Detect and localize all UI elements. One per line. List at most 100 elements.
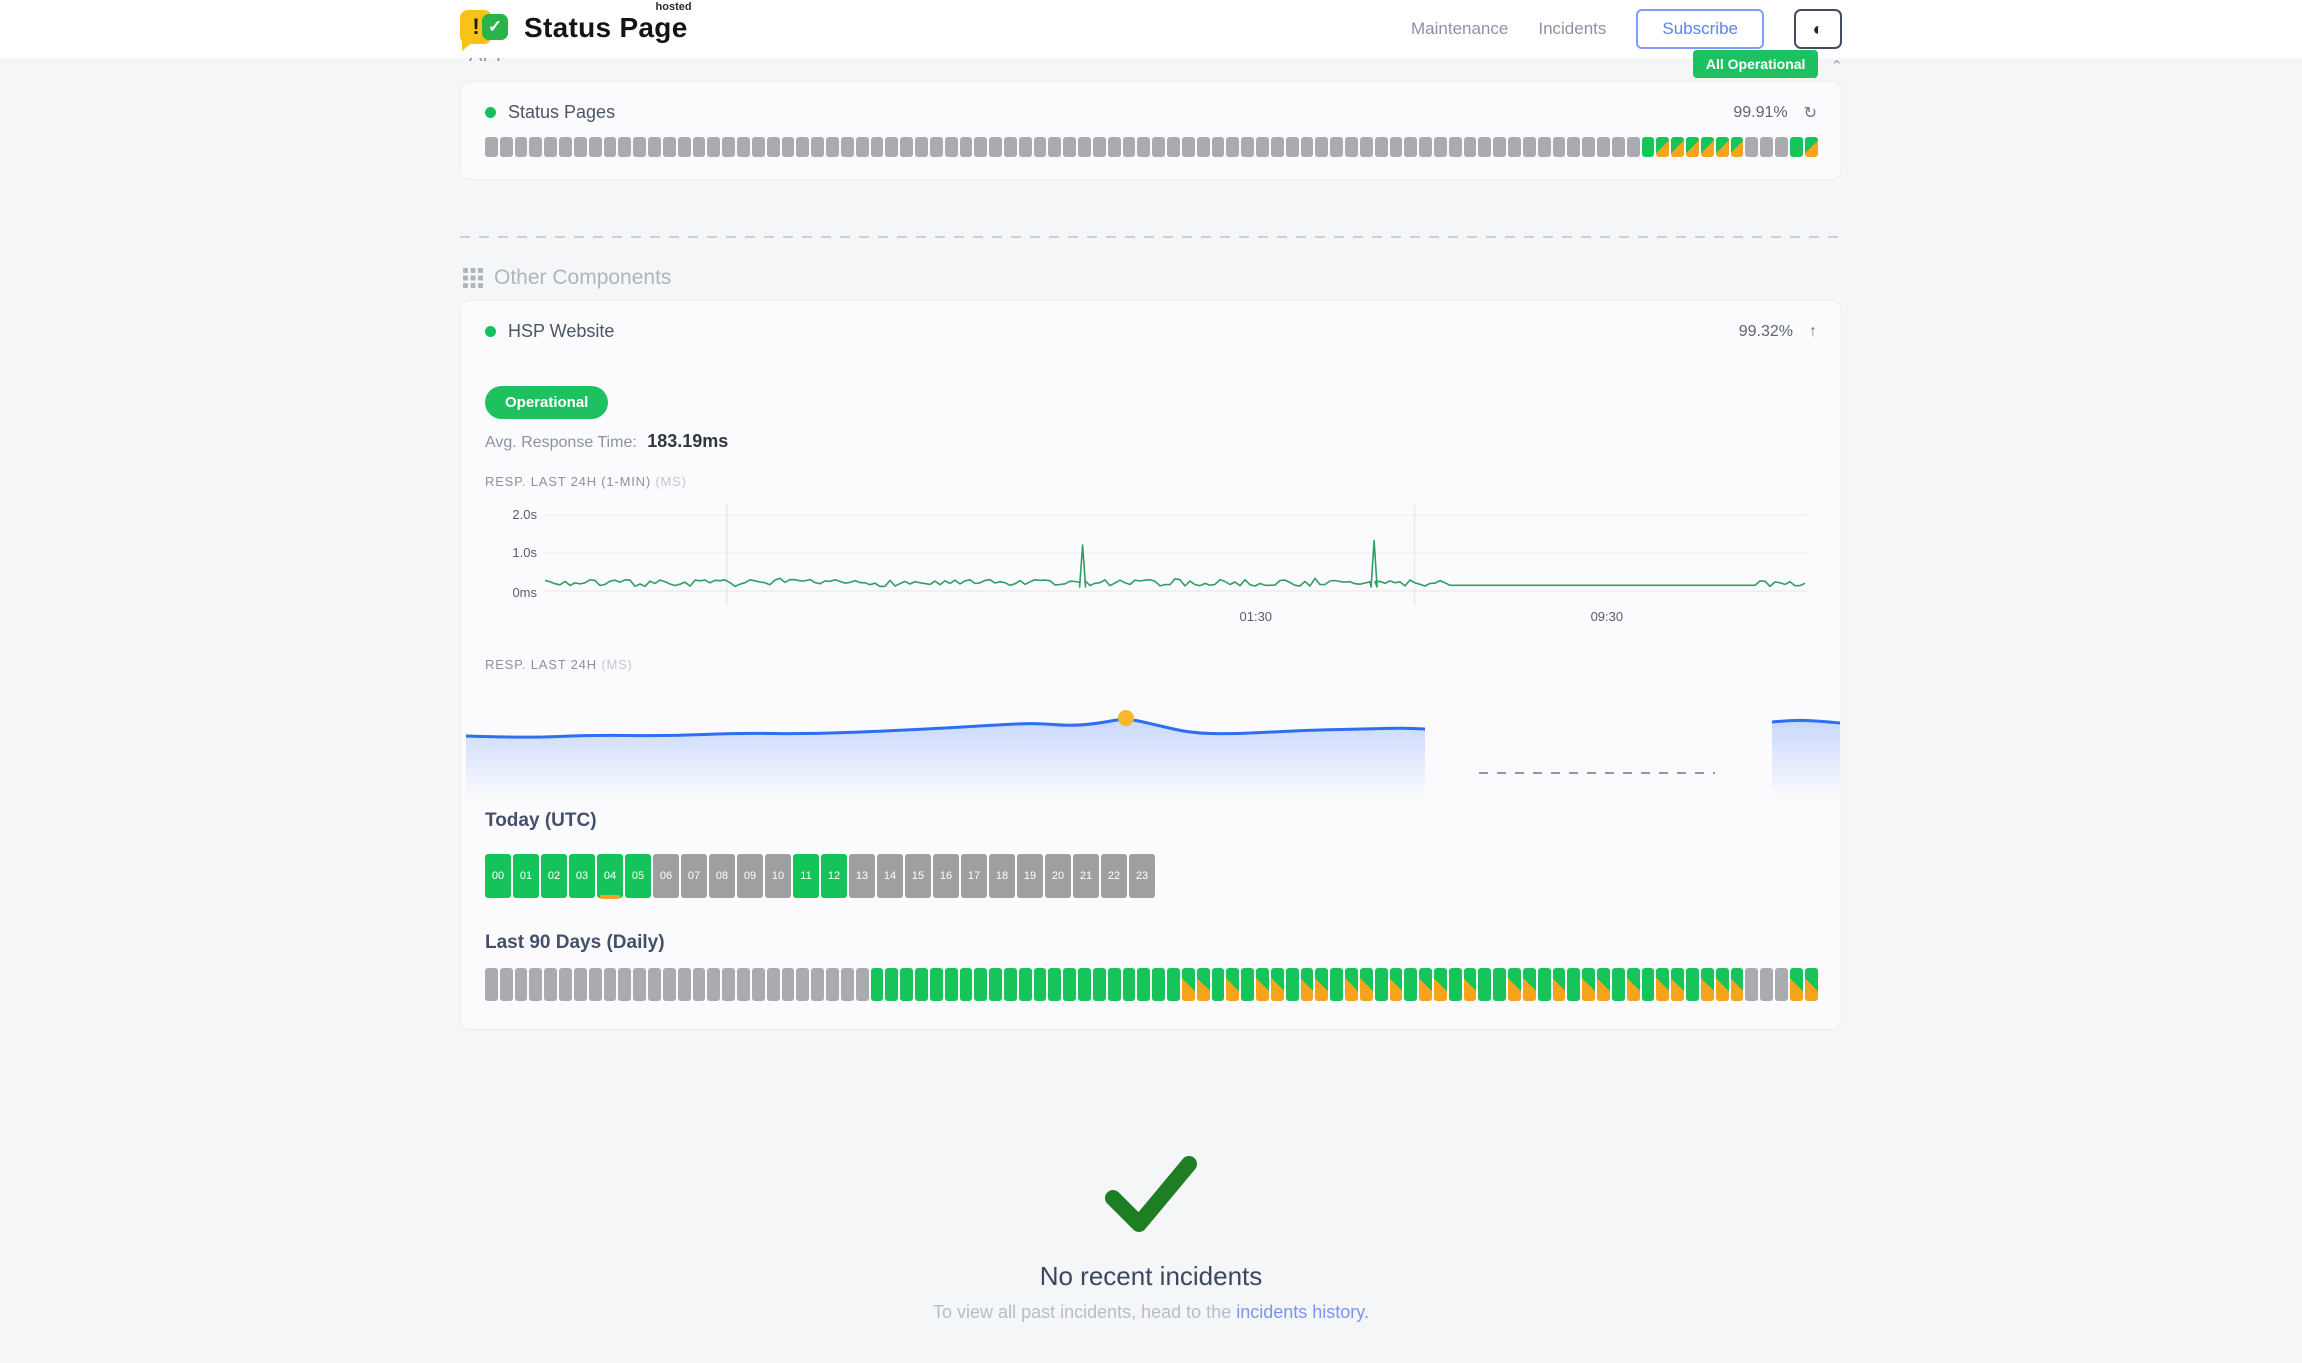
trend-up-icon[interactable]: ↑ <box>1809 323 1817 341</box>
daily-uptime-bar <box>1612 968 1625 1001</box>
no-incidents-subtitle: To view all past incidents, head to the … <box>0 1302 2302 1323</box>
x-tick: 01:30 <box>1240 609 1273 624</box>
daily-uptime-bar <box>1582 968 1595 1001</box>
daily-uptime-bar <box>737 968 750 1001</box>
uptime-bar <box>1301 137 1314 157</box>
daily-uptime-bar <box>1019 968 1032 1001</box>
daily-uptime-bar <box>1212 968 1225 1001</box>
no-incidents-title: No recent incidents <box>0 1261 2302 1292</box>
theme-toggle-button[interactable]: ◐ <box>1794 9 1842 49</box>
daily-uptime-bar <box>678 968 691 1001</box>
daily-uptime-bar <box>915 968 928 1001</box>
uptime-bar <box>930 137 943 157</box>
uptime-bar <box>796 137 809 157</box>
daily-uptime-bar <box>707 968 720 1001</box>
daily-uptime-bar <box>974 968 987 1001</box>
uptime-bar <box>618 137 631 157</box>
daily-uptime-bar <box>1360 968 1373 1001</box>
hour-cell-14: 14 <box>877 854 903 898</box>
uptime-bar <box>485 137 498 157</box>
daily-uptime-bar <box>1671 968 1684 1001</box>
uptime-bar <box>1656 137 1669 157</box>
uptime-bar <box>1390 137 1403 157</box>
daily-uptime-bar <box>1449 968 1462 1001</box>
hour-cell-09: 09 <box>737 854 763 898</box>
chevron-up-icon[interactable]: ⌃ <box>1830 57 1843 75</box>
uptime-bar <box>1612 137 1625 157</box>
daily-uptime-bar <box>722 968 735 1001</box>
brand-logo[interactable]: ! ✓ Status Page hosted <box>460 6 688 52</box>
uptime-bar <box>722 137 735 157</box>
daily-uptime-bar <box>1760 968 1773 1001</box>
hour-cell-23: 23 <box>1129 854 1155 898</box>
hour-cell-05: 05 <box>625 854 651 898</box>
chart-24h-1min-label: RESP. LAST 24H (1-MIN) <box>485 474 651 489</box>
brand-icon: ! ✓ <box>460 8 512 52</box>
grid-icon <box>462 267 484 289</box>
daily-uptime-bar <box>1508 968 1521 1001</box>
hour-cell-01: 01 <box>513 854 539 898</box>
daily-uptime-bar <box>1167 968 1180 1001</box>
uptime-bar <box>1760 137 1773 157</box>
uptime-bar <box>1419 137 1432 157</box>
daily-uptime-bar <box>752 968 765 1001</box>
uptime-percentage: 99.32% <box>1739 323 1793 341</box>
daily-uptime-bar <box>1731 968 1744 1001</box>
daily-uptime-bar <box>1656 968 1669 1001</box>
uptime-bar <box>648 137 661 157</box>
daily-uptime-bar <box>1004 968 1017 1001</box>
y-tick-2s: 2.0s <box>493 507 537 522</box>
refresh-icon[interactable]: ↻ <box>1804 103 1817 123</box>
uptime-bar <box>737 137 750 157</box>
uptime-bar <box>1686 137 1699 157</box>
uptime-bar <box>1671 137 1684 157</box>
nav-maintenance[interactable]: Maintenance <box>1411 19 1508 39</box>
daily-uptime-bar <box>1419 968 1432 1001</box>
daily-uptime-bar <box>1434 968 1447 1001</box>
uptime-bar <box>1063 137 1076 157</box>
daily-uptime-bars-row <box>485 968 1817 1001</box>
uptime-bar <box>900 137 913 157</box>
uptime-bar <box>1597 137 1610 157</box>
daily-uptime-bar <box>1197 968 1210 1001</box>
uptime-bar <box>500 137 513 157</box>
no-data-dashed-line <box>1479 772 1715 774</box>
daily-uptime-bar <box>960 968 973 1001</box>
incidents-history-link[interactable]: incidents history <box>1236 1302 1364 1322</box>
subscribe-button[interactable]: Subscribe <box>1636 9 1764 49</box>
daily-uptime-bar <box>1182 968 1195 1001</box>
daily-uptime-bar <box>1686 968 1699 1001</box>
today-utc-title: Today (UTC) <box>485 810 1817 832</box>
status-pages-card: Status Pages 99.91% ↻ <box>460 81 1842 180</box>
overall-status-badge[interactable]: All Operational <box>1693 50 1819 78</box>
daily-uptime-bar <box>604 968 617 1001</box>
uptime-percentage: 99.91% <box>1733 104 1787 122</box>
daily-uptime-bar <box>871 968 884 1001</box>
nav-incidents[interactable]: Incidents <box>1538 19 1606 39</box>
uptime-bar <box>1627 137 1640 157</box>
daily-uptime-bar <box>811 968 824 1001</box>
daily-uptime-bar <box>1553 968 1566 1001</box>
uptime-bar <box>1137 137 1150 157</box>
uptime-bar <box>604 137 617 157</box>
theme-contrast-icon: ◐ <box>1813 19 1824 39</box>
uptime-bar <box>1004 137 1017 157</box>
hour-cell-03: 03 <box>569 854 595 898</box>
daily-uptime-bar <box>1241 968 1254 1001</box>
uptime-bar <box>1315 137 1328 157</box>
daily-uptime-bar <box>1701 968 1714 1001</box>
daily-uptime-bar <box>1345 968 1358 1001</box>
uptime-bar <box>515 137 528 157</box>
hour-cell-00: 00 <box>485 854 511 898</box>
daily-uptime-bar <box>515 968 528 1001</box>
hour-cell-12: 12 <box>821 854 847 898</box>
header: ! ✓ Status Page hosted Maintenance Incid… <box>0 0 2302 58</box>
daily-uptime-bar <box>1567 968 1580 1001</box>
daily-uptime-bar <box>767 968 780 1001</box>
daily-uptime-bar <box>559 968 572 1001</box>
daily-uptime-bar <box>1034 968 1047 1001</box>
uptime-bar <box>1034 137 1047 157</box>
daily-uptime-bar <box>574 968 587 1001</box>
hour-cell-21: 21 <box>1073 854 1099 898</box>
no-incidents-section: No recent incidents To view all past inc… <box>0 1150 2302 1323</box>
